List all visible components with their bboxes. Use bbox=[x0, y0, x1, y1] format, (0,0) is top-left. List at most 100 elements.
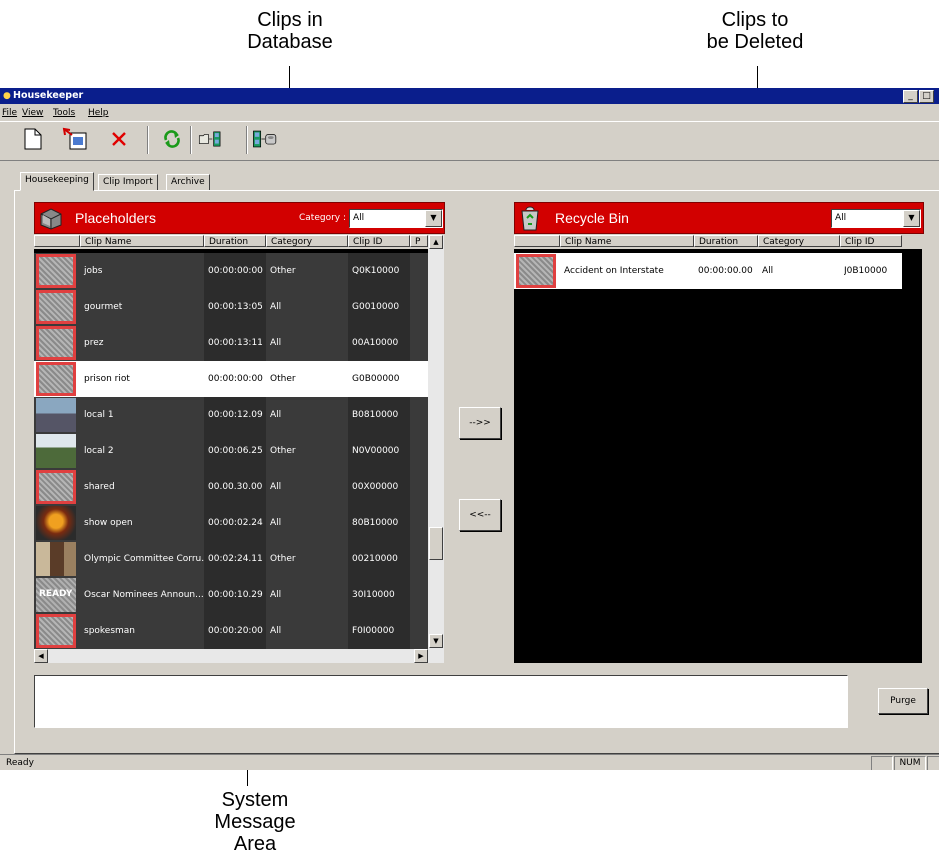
housekeeper-window: ● Housekeeper _ □ File View Tools Help H… bbox=[0, 88, 939, 770]
placeholder-row[interactable]: prez 00:00:13:11 All 00A10000 bbox=[34, 325, 428, 361]
placeholders-icon bbox=[40, 208, 62, 230]
import-icon[interactable] bbox=[62, 125, 88, 153]
restore-to-placeholders-button[interactable]: <<-- bbox=[459, 499, 501, 531]
placeholder-row[interactable]: local 1 00:00:12.09 All B0810000 bbox=[34, 397, 428, 433]
maximize-button[interactable]: □ bbox=[919, 90, 934, 103]
placeholder-row[interactable]: gourmet 00:00:13:05 All G0010000 bbox=[34, 289, 428, 325]
placeholders-horizontal-scrollbar[interactable]: ◀ ▶ bbox=[34, 649, 444, 663]
purge-button[interactable]: Purge bbox=[878, 688, 928, 714]
status-bar: Ready NUM bbox=[0, 754, 939, 770]
menu-help[interactable]: Help bbox=[88, 108, 109, 118]
column-header-thumbnail[interactable] bbox=[514, 235, 560, 247]
column-header-p[interactable]: P bbox=[410, 235, 428, 247]
clip-thumbnail bbox=[36, 614, 76, 648]
recycle-bin-header: Recycle Bin All ▼ bbox=[514, 202, 924, 234]
clip-thumbnail bbox=[36, 290, 76, 324]
clip-to-archive-icon[interactable] bbox=[252, 125, 278, 153]
tab-archive[interactable]: Archive bbox=[166, 174, 210, 191]
clip-category: Other bbox=[270, 266, 296, 276]
clip-category: All bbox=[270, 338, 282, 348]
clip-category: All bbox=[270, 482, 282, 492]
clip-thumbnail bbox=[36, 542, 76, 576]
toolbar bbox=[0, 121, 939, 161]
chevron-down-icon[interactable]: ▼ bbox=[903, 210, 920, 227]
scroll-down-button[interactable]: ▼ bbox=[429, 634, 443, 648]
column-header-category[interactable]: Category bbox=[266, 235, 348, 247]
minimize-button[interactable]: _ bbox=[903, 90, 918, 103]
window-title: Housekeeper bbox=[13, 90, 84, 101]
clip-category: Other bbox=[270, 374, 296, 384]
clip-duration: 00:00:13:05 bbox=[208, 302, 263, 312]
menu-tools[interactable]: Tools bbox=[53, 108, 75, 118]
clip-category: All bbox=[762, 266, 774, 276]
scroll-up-button[interactable]: ▲ bbox=[429, 235, 443, 249]
clip-category: All bbox=[270, 302, 282, 312]
column-header-clip-id[interactable]: Clip ID bbox=[348, 235, 410, 247]
column-header-clip-name[interactable]: Clip Name bbox=[80, 235, 204, 247]
recycle-filter-value: All bbox=[835, 213, 847, 223]
placeholder-row[interactable]: spokesman 00:00:20:00 All F0I00000 bbox=[34, 613, 428, 649]
clip-duration: 00:00:00:00 bbox=[208, 266, 263, 276]
clip-duration: 00:00:06.25 bbox=[208, 446, 263, 456]
placeholders-vertical-scrollbar[interactable]: ▲ ▼ bbox=[428, 235, 444, 649]
placeholder-row[interactable]: shared 00.00.30.00 All 00X00000 bbox=[34, 469, 428, 505]
clip-id: 80B10000 bbox=[348, 505, 410, 541]
tab-housekeeping[interactable]: Housekeeping bbox=[20, 172, 94, 191]
num-lock-indicator: NUM bbox=[894, 756, 926, 770]
scroll-thumb[interactable] bbox=[429, 527, 443, 560]
column-header-thumbnail[interactable] bbox=[34, 235, 80, 247]
placeholder-row[interactable]: jobs 00:00:00:00 Other Q0K10000 bbox=[34, 253, 428, 289]
clip-name: Olympic Committee Corru... bbox=[84, 554, 204, 564]
menu-view[interactable]: View bbox=[22, 108, 43, 118]
refresh-icon[interactable] bbox=[159, 125, 185, 153]
column-header-clip-id[interactable]: Clip ID bbox=[840, 235, 902, 247]
clip-id: 00210000 bbox=[348, 541, 410, 577]
tab-clip-import[interactable]: Clip Import bbox=[98, 174, 158, 191]
clip-name: spokesman bbox=[84, 626, 136, 636]
clip-category: Other bbox=[270, 554, 296, 564]
category-select[interactable]: All ▼ bbox=[349, 209, 443, 228]
thumbnail-label: READY bbox=[39, 589, 73, 599]
toolbar-separator bbox=[147, 126, 149, 154]
clip-category: All bbox=[270, 626, 282, 636]
column-header-duration[interactable]: Duration bbox=[694, 235, 758, 247]
placeholder-row[interactable]: show open 00:00:02.24 All 80B10000 bbox=[34, 505, 428, 541]
clip-name: prez bbox=[84, 338, 104, 348]
recycle-filter-select[interactable]: All ▼ bbox=[831, 209, 921, 228]
clip-category: All bbox=[270, 410, 282, 420]
clip-thumbnail bbox=[36, 398, 76, 432]
placeholder-row[interactable]: prison riot 00:00:00:00 Other G0B00000 bbox=[34, 361, 428, 397]
placeholder-row[interactable]: Olympic Committee Corru... 00:02:24.11 Oth… bbox=[34, 541, 428, 577]
menu-file[interactable]: File bbox=[2, 108, 17, 118]
column-header-category[interactable]: Category bbox=[758, 235, 840, 247]
folder-to-clip-icon[interactable] bbox=[198, 125, 224, 153]
clip-thumbnail: READY bbox=[36, 578, 76, 612]
new-icon[interactable] bbox=[20, 125, 46, 153]
recycle-column-headers: Clip Name Duration Category Clip ID bbox=[514, 235, 922, 249]
toolbar-separator bbox=[246, 126, 248, 154]
column-header-clip-name[interactable]: Clip Name bbox=[560, 235, 694, 247]
clip-id: 00X00000 bbox=[348, 469, 410, 505]
chevron-down-icon[interactable]: ▼ bbox=[425, 210, 442, 227]
recycle-row[interactable]: Accident on Interstate 00:00:00.00 All J… bbox=[514, 253, 902, 289]
clip-id: J0B10000 bbox=[844, 266, 888, 276]
recycle-bin-icon bbox=[521, 206, 539, 231]
placeholder-row[interactable]: READY Oscar Nominees Announ... 00:00:10.29… bbox=[34, 577, 428, 613]
placeholder-row[interactable]: local 2 00:00:06.25 Other N0V00000 bbox=[34, 433, 428, 469]
scroll-left-button[interactable]: ◀ bbox=[34, 649, 48, 663]
clip-id: 30I10000 bbox=[348, 577, 410, 613]
clip-name: show open bbox=[84, 518, 133, 528]
clip-duration: 00:00:10.29 bbox=[208, 590, 263, 600]
delete-icon[interactable] bbox=[106, 125, 132, 153]
move-to-recycle-button[interactable]: -->> bbox=[459, 407, 501, 439]
clip-id: B0810000 bbox=[348, 397, 410, 433]
placeholders-title: Placeholders bbox=[75, 210, 156, 226]
recycle-bin-list: Clip Name Duration Category Clip ID Acci… bbox=[514, 235, 922, 663]
column-header-duration[interactable]: Duration bbox=[204, 235, 266, 247]
placeholders-header: Placeholders Category : All ▼ bbox=[34, 202, 445, 234]
callout-clips-to-be-deleted: Clips to be Deleted bbox=[706, 9, 804, 53]
clip-thumbnail bbox=[36, 254, 76, 288]
clip-id: G0010000 bbox=[348, 289, 410, 325]
scroll-right-button[interactable]: ▶ bbox=[414, 649, 428, 663]
clip-duration: 00:00:00.00 bbox=[698, 266, 753, 276]
